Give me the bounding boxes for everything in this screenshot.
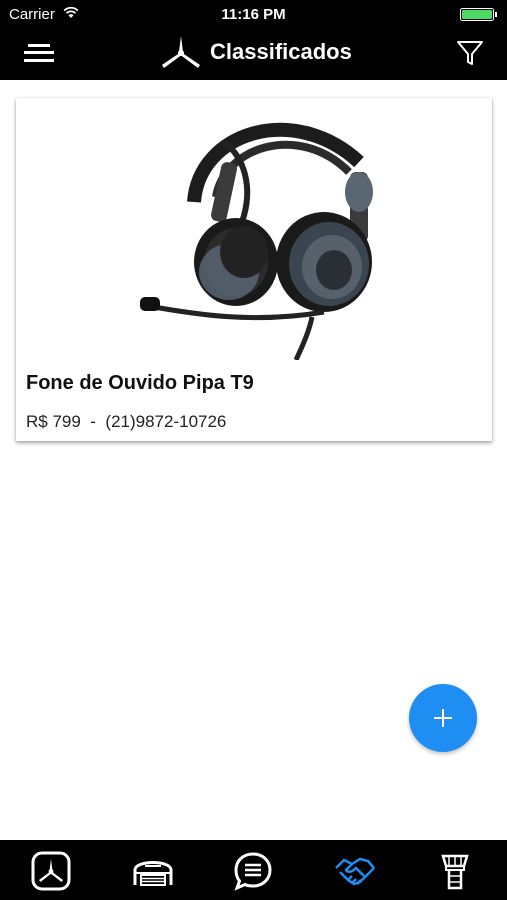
hangar-icon — [133, 861, 173, 886]
status-bar: Carrier 11:16 PM — [0, 0, 507, 28]
menu-button[interactable] — [24, 40, 58, 66]
tab-hangar[interactable] — [132, 850, 174, 892]
listing-phone: (21)9872-10726 — [105, 412, 227, 431]
tab-chat[interactable] — [232, 850, 274, 892]
clock: 11:16 PM — [221, 6, 286, 23]
battery-icon — [460, 8, 498, 21]
hamburger-icon — [24, 44, 54, 62]
listing-card[interactable]: Fone de Ouvido Pipa T9 R$ 799 - (21)9872… — [16, 98, 492, 441]
headset-image — [140, 122, 373, 360]
tab-home[interactable] — [30, 850, 72, 892]
listing-separator: - — [90, 412, 96, 431]
filter-button[interactable] — [455, 38, 485, 68]
navigation-bar: Classificados — [0, 28, 507, 80]
listing-price: R$ 799 — [26, 412, 81, 431]
control-tower-icon — [441, 854, 469, 890]
listing-details: R$ 799 - (21)9872-10726 — [26, 412, 226, 432]
add-listing-button[interactable] — [409, 684, 477, 752]
handshake-icon — [335, 857, 375, 886]
filter-icon — [457, 41, 483, 65]
listing-title: Fone de Ouvido Pipa T9 — [26, 372, 254, 394]
chat-icon — [234, 852, 272, 891]
airplane-logo-icon — [31, 851, 71, 891]
tab-bar — [0, 840, 507, 900]
tab-tower[interactable] — [434, 850, 476, 892]
tab-classifieds[interactable] — [334, 850, 376, 892]
page-title: Classificados — [210, 39, 352, 64]
plus-icon — [434, 709, 452, 727]
propeller-logo-icon — [162, 36, 200, 68]
brand: Classificados — [160, 32, 352, 72]
